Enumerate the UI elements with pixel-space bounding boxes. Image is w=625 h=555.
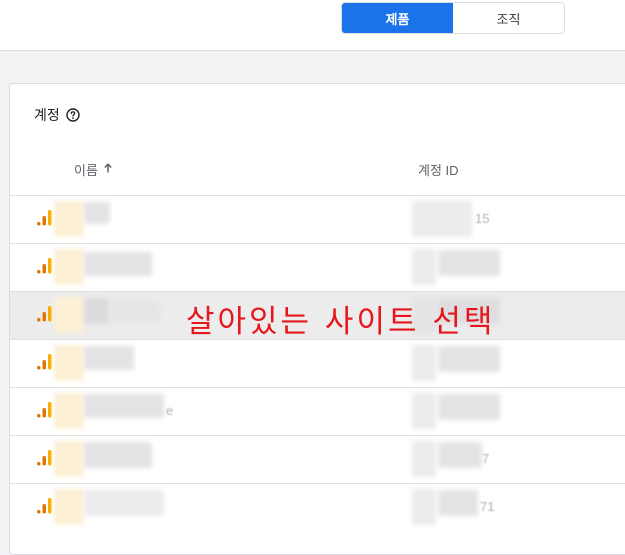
table-row[interactable] [10,339,625,387]
arrow-up-icon [102,162,114,177]
account-id-fragment: 7 [482,451,490,466]
account-id-fragment: 15 [475,211,490,226]
table-row[interactable]: 15 [10,195,625,243]
accounts-title: 계정 [34,107,60,123]
account-id-fragment: 71 [480,499,495,514]
annotation-overlay: 살아있는 사이트 선택 [186,304,496,340]
table-row[interactable]: e [10,387,625,435]
column-name-label: 이름 [74,163,98,178]
accounts-header: 계정 [34,105,80,125]
account-name-fragment: e [166,403,174,418]
column-header-id[interactable]: 계정 ID [418,160,459,179]
product-org-toggle: 제품 조직 [341,2,565,34]
table-row[interactable]: 71 [10,483,625,531]
accounts-table: 15 e 7 71 [10,195,625,531]
help-circle-icon[interactable] [66,108,80,122]
tab-organization[interactable]: 조직 [453,3,564,33]
table-row[interactable] [10,243,625,291]
column-id-label: 계정 ID [418,163,459,178]
table-row[interactable]: 7 [10,435,625,483]
tab-products[interactable]: 제품 [342,3,453,33]
top-toolbar: 제품 조직 [0,0,625,51]
column-header-name[interactable]: 이름 [74,160,114,179]
